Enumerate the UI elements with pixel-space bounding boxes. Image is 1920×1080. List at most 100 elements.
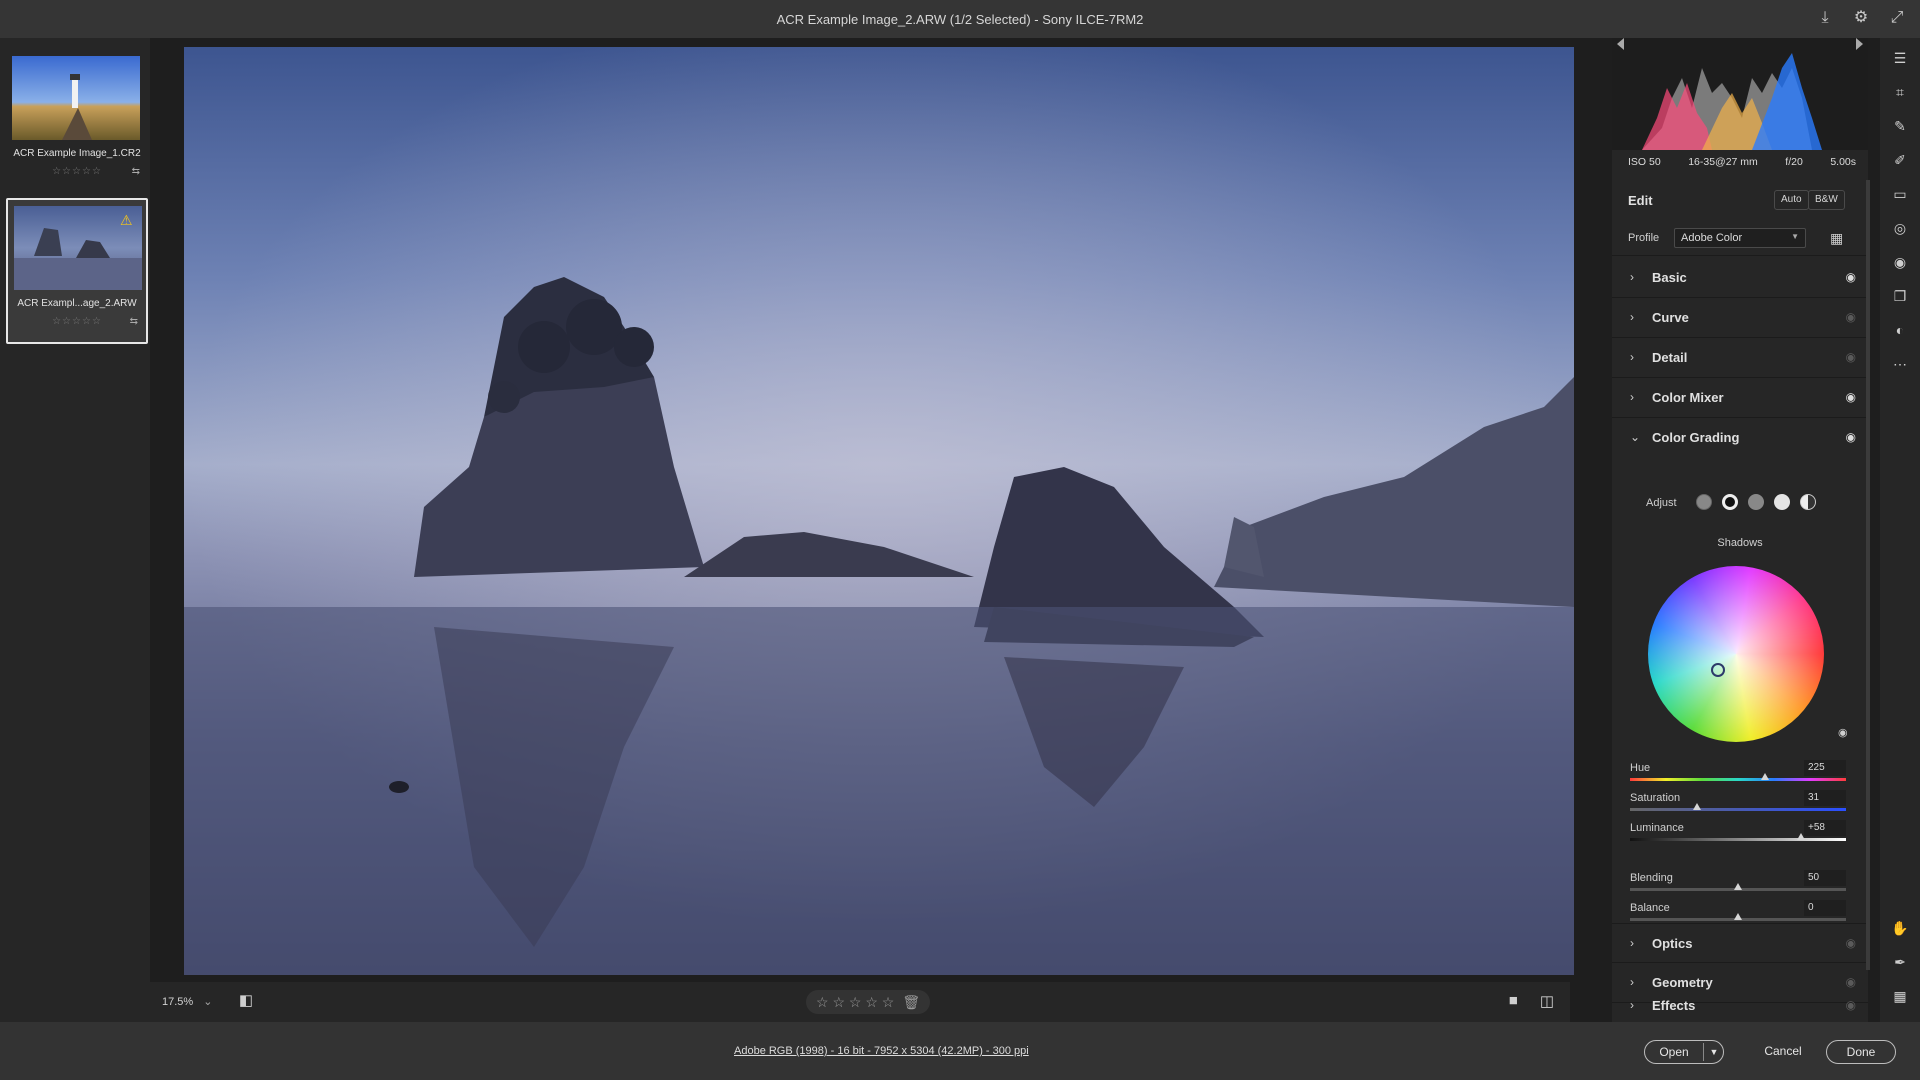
filmstrip-item-2[interactable]: ⚠ ACR Exampl...age_2.ARW ☆☆☆☆☆ ⇆ xyxy=(6,198,148,344)
eye-icon[interactable]: ◉ xyxy=(1846,936,1856,950)
hue-value[interactable]: 225 xyxy=(1804,760,1846,776)
chevron-right-icon: › xyxy=(1630,998,1634,1012)
crop-icon[interactable]: ⌗ xyxy=(1890,82,1910,102)
single-view-icon[interactable]: ■ xyxy=(1509,992,1518,1010)
saturation-track[interactable] xyxy=(1630,808,1846,811)
blending-value[interactable]: 50 xyxy=(1804,870,1846,886)
section-curve[interactable]: › Curve ◉ xyxy=(1612,298,1868,338)
before-after-icon[interactable]: ◧ xyxy=(236,991,256,1011)
section-color-mixer[interactable]: › Color Mixer ◉ xyxy=(1612,378,1868,418)
radial-gradient-icon[interactable]: ◎ xyxy=(1890,218,1910,238)
done-button[interactable]: Done xyxy=(1826,1040,1896,1064)
profile-select[interactable]: Adobe Color ▼ xyxy=(1674,228,1806,248)
profile-label: Profile xyxy=(1628,232,1660,244)
eye-icon[interactable]: ◉ xyxy=(1846,350,1856,364)
eye-icon[interactable]: ◉ xyxy=(1846,270,1856,284)
eye-icon[interactable]: ◉ xyxy=(1846,430,1856,444)
section-title: Optics xyxy=(1652,936,1693,951)
hue-thumb[interactable] xyxy=(1761,773,1769,780)
chevron-down-icon[interactable]: ▼ xyxy=(1705,1041,1723,1063)
workflow-options-link[interactable]: Adobe RGB (1998) - 16 bit - 7952 x 5304 … xyxy=(734,1045,1029,1057)
blending-thumb[interactable] xyxy=(1734,883,1742,890)
midtones-icon[interactable] xyxy=(1748,494,1764,510)
red-eye-icon[interactable]: ◉ xyxy=(1890,252,1910,272)
exif-info: ISO 50 16-35@27 mm f/20 5.00s xyxy=(1612,156,1868,176)
eye-icon[interactable]: ◉ xyxy=(1846,390,1856,404)
cancel-button[interactable]: Cancel xyxy=(1758,1040,1808,1064)
settings-icon[interactable]: ⚙ xyxy=(1852,9,1870,27)
section-title: Detail xyxy=(1652,350,1688,365)
edit-header: Edit Auto B&W xyxy=(1612,182,1868,218)
filmstrip-rating[interactable]: ☆☆☆☆☆ xyxy=(6,166,148,177)
chevron-right-icon: › xyxy=(1630,350,1634,364)
rating-stars[interactable]: ☆ ☆ ☆ ☆ ☆ xyxy=(816,994,894,1011)
section-optics[interactable]: › Optics ◉ xyxy=(1612,923,1868,963)
section-basic[interactable]: › Basic ◉ xyxy=(1612,258,1868,298)
rating-bar: ☆ ☆ ☆ ☆ ☆ 🗑 xyxy=(806,990,931,1014)
fullscreen-icon[interactable]: ⤢ xyxy=(1888,9,1906,27)
saturation-thumb[interactable] xyxy=(1692,803,1701,810)
filmstrip: ACR Example Image_1.CR2 ☆☆☆☆☆ ⇆ ⚠ ACR Ex… xyxy=(0,38,150,1022)
color-wheel[interactable] xyxy=(1648,566,1824,742)
section-detail[interactable]: › Detail ◉ xyxy=(1612,338,1868,378)
trash-icon[interactable]: 🗑 xyxy=(902,994,920,1011)
highlights-icon[interactable] xyxy=(1774,494,1790,510)
luminance-thumb[interactable] xyxy=(1796,833,1805,840)
open-button[interactable]: Open ▼ xyxy=(1644,1040,1724,1064)
blending-slider[interactable]: Blending 50 xyxy=(1630,870,1846,902)
window-title: ACR Example Image_2.ARW (1/2 Selected) -… xyxy=(776,12,1144,27)
profile-browser-icon[interactable]: ▦ xyxy=(1830,230,1843,247)
balance-thumb[interactable] xyxy=(1734,913,1742,920)
exif-aperture: f/20 xyxy=(1785,156,1803,168)
global-icon[interactable] xyxy=(1800,494,1816,510)
main-photo[interactable] xyxy=(184,47,1574,975)
section-effects[interactable]: › Effects ◉ xyxy=(1612,982,1868,1022)
luminance-slider[interactable]: Luminance +58 xyxy=(1630,820,1846,852)
compare-view-icon[interactable]: ◫ xyxy=(1540,992,1554,1010)
three-way-icon[interactable] xyxy=(1696,494,1712,510)
presets-icon[interactable]: ◐ xyxy=(1890,320,1910,340)
title-bar: ACR Example Image_2.ARW (1/2 Selected) -… xyxy=(0,0,1920,38)
healing-icon[interactable]: ✎ xyxy=(1890,116,1910,136)
filmstrip-filename: ACR Exampl...age_2.ARW xyxy=(17,298,137,309)
luminance-value[interactable]: +58 xyxy=(1804,820,1846,836)
open-label: Open xyxy=(1659,1045,1689,1059)
edit-sliders-icon[interactable]: ☰ xyxy=(1890,48,1910,68)
saturation-value[interactable]: 31 xyxy=(1804,790,1846,806)
more-icon[interactable]: ⋯ xyxy=(1890,354,1910,374)
luminance-track[interactable] xyxy=(1630,838,1846,841)
snapshots-icon[interactable]: ❐ xyxy=(1890,286,1910,306)
grid-icon[interactable]: ▦ xyxy=(1890,986,1910,1006)
edited-icon: ⇆ xyxy=(131,166,140,177)
section-title: Effects xyxy=(1652,998,1696,1013)
eyedropper-icon[interactable]: ✒ xyxy=(1890,952,1910,972)
auto-button[interactable]: Auto xyxy=(1774,190,1809,210)
edit-title: Edit xyxy=(1628,193,1653,208)
section-color-grading[interactable]: ⌄ Color Grading ◉ xyxy=(1612,418,1868,458)
hue-slider[interactable]: Hue 225 xyxy=(1630,760,1846,792)
edit-panel: ISO 50 16-35@27 mm f/20 5.00s Edit Auto … xyxy=(1612,38,1868,1022)
chevron-down-icon: ⌄ xyxy=(1630,430,1641,444)
section-title: Curve xyxy=(1652,310,1689,325)
filmstrip-item-1[interactable]: ACR Example Image_1.CR2 ☆☆☆☆☆ ⇆ xyxy=(6,50,148,196)
bw-button[interactable]: B&W xyxy=(1808,190,1845,210)
eye-icon[interactable]: ◉ xyxy=(1846,310,1856,324)
save-icon[interactable]: ⤓ xyxy=(1816,9,1834,27)
zoom-select[interactable]: 17.5% ⌄ xyxy=(162,995,212,1008)
color-wheel-handle[interactable] xyxy=(1711,663,1725,677)
panel-scrollbar[interactable] xyxy=(1866,180,1870,970)
section-title: Color Grading xyxy=(1652,430,1740,445)
brush-icon[interactable]: ✐ xyxy=(1890,150,1910,170)
eye-icon[interactable]: ◉ xyxy=(1846,998,1856,1012)
chevron-right-icon: › xyxy=(1630,310,1634,324)
saturation-slider[interactable]: Saturation 31 xyxy=(1630,790,1846,822)
warning-icon: ⚠ xyxy=(120,212,133,228)
hue-track[interactable] xyxy=(1630,778,1846,781)
balance-value[interactable]: 0 xyxy=(1804,900,1846,916)
hand-icon[interactable]: ✋ xyxy=(1890,918,1910,938)
linear-gradient-icon[interactable]: ▭ xyxy=(1890,184,1910,204)
filmstrip-rating[interactable]: ☆☆☆☆☆ xyxy=(8,316,146,327)
thumbnail-image xyxy=(12,56,140,140)
eye-icon[interactable]: ◉ xyxy=(1838,726,1848,739)
shadows-icon[interactable] xyxy=(1722,494,1738,510)
